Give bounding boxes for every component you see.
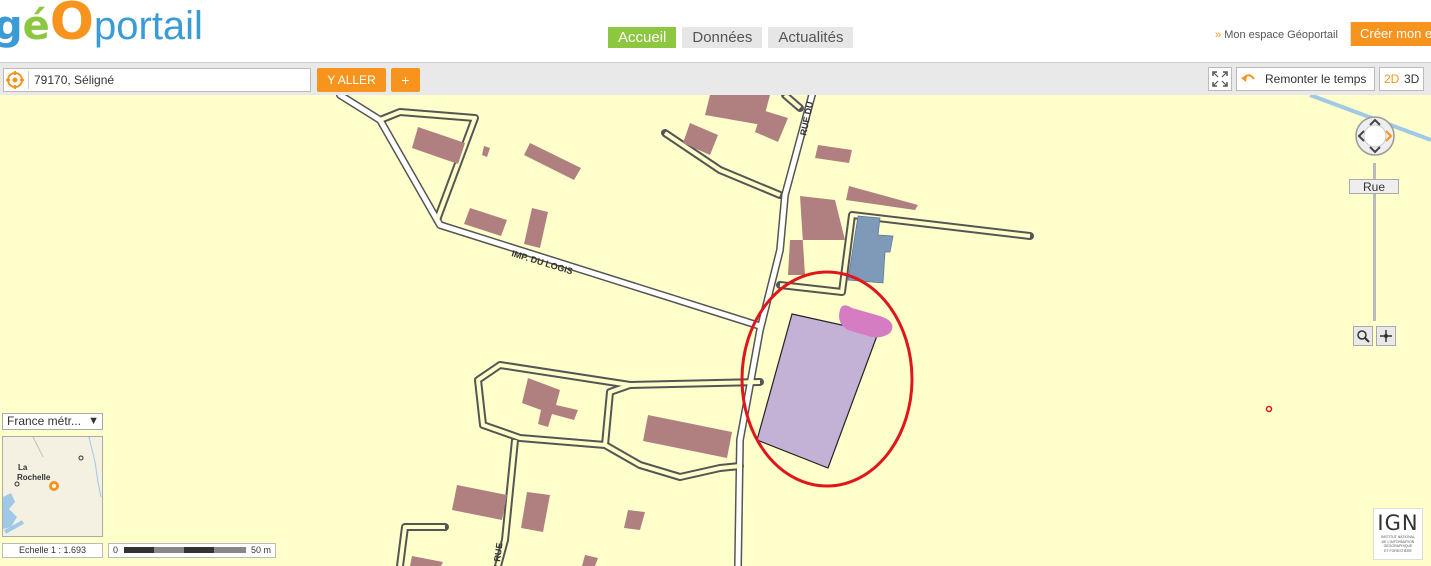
pan-control[interactable] xyxy=(1354,115,1396,157)
view-3d-button[interactable]: 3D xyxy=(1404,68,1419,90)
public-building xyxy=(847,215,894,284)
location-marker xyxy=(1265,405,1273,413)
fullscreen-button[interactable] xyxy=(1208,67,1232,91)
ign-logo[interactable]: IGN INSTITUT NATIONAL DE L'INFORMATION G… xyxy=(1373,508,1423,560)
fullscreen-icon xyxy=(1212,71,1228,87)
create-account-button[interactable]: Créer mon e xyxy=(1350,22,1431,46)
undo-arrow-icon xyxy=(1241,74,1255,82)
tab-actualites[interactable]: Actualités xyxy=(768,27,854,48)
overview-label-la: La xyxy=(18,463,28,472)
zoom-box-button[interactable] xyxy=(1353,326,1373,346)
scale-zero: 0 xyxy=(113,545,119,555)
region-select[interactable]: France métr... ▼ xyxy=(2,413,103,430)
scale-bar: 0 50 m xyxy=(108,543,276,558)
crosshair-icon xyxy=(1380,330,1392,342)
geolocate-icon[interactable] xyxy=(6,71,24,89)
overview-map[interactable]: La Rochelle xyxy=(2,436,103,537)
region-select-value: France métr... xyxy=(7,414,82,428)
search-divider xyxy=(28,71,29,89)
scale-max: 50 m xyxy=(251,545,272,555)
selected-parcel xyxy=(756,313,879,469)
geoportail-logo[interactable]: géOportail xyxy=(0,0,203,50)
scale-graphic xyxy=(124,547,246,553)
overview-label-rochelle: Rochelle xyxy=(17,473,51,482)
scale-ratio: Echelle 1 : 1.693 xyxy=(2,543,103,558)
view-2d-button[interactable]: 2D xyxy=(1384,68,1399,90)
zoom-level-label[interactable]: Rue xyxy=(1349,179,1399,194)
overview-map-graphic: La Rochelle xyxy=(3,437,102,536)
account-link-label: Mon espace Géoportail xyxy=(1224,29,1338,41)
account-link[interactable]: » Mon espace Géoportail xyxy=(1215,29,1338,41)
center-map-button[interactable] xyxy=(1376,326,1396,346)
chevron-down-icon: ▼ xyxy=(88,415,99,427)
time-travel-button[interactable]: Remonter le temps xyxy=(1236,67,1375,91)
map-layer[interactable]: IMP. DU LOGIS RUE DU RUE xyxy=(0,95,1431,566)
map-canvas[interactable]: IMP. DU LOGIS RUE DU RUE Rue France métr… xyxy=(0,95,1431,566)
account-arrow: » xyxy=(1215,29,1222,41)
more-options-button[interactable]: + xyxy=(391,68,420,92)
main-nav: Accueil Données Actualités xyxy=(608,27,854,48)
magnifier-icon xyxy=(1357,330,1370,343)
ign-logo-text: IGN xyxy=(1377,511,1419,535)
ign-logo-subtitle: INSTITUT NATIONAL DE L'INFORMATION GÉOGR… xyxy=(1381,535,1415,553)
view-mode-toggle: 2D 3D xyxy=(1379,67,1424,91)
go-button[interactable]: Y ALLER xyxy=(317,68,386,92)
time-travel-label: Remonter le temps xyxy=(1265,72,1367,86)
map-toolbar: Y ALLER + Remonter le temps 2D 3D xyxy=(0,63,1431,96)
tab-donnees[interactable]: Données xyxy=(682,27,763,48)
tab-accueil[interactable]: Accueil xyxy=(608,27,677,48)
search-box xyxy=(3,68,311,92)
header: géOportail Accueil Données Actualités » … xyxy=(0,0,1431,63)
search-input[interactable] xyxy=(34,69,304,91)
